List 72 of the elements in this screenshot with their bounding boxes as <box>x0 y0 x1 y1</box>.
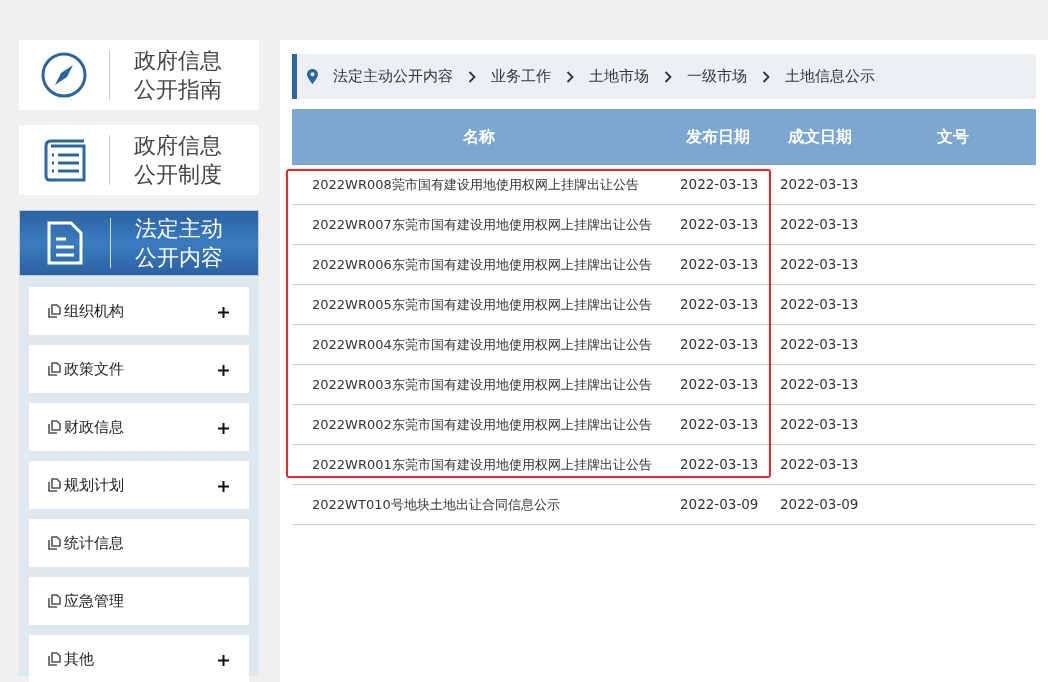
document-link[interactable]: 2022WT010号地块土地出让合同信息公示 <box>292 485 665 524</box>
table-cell-text: 2022-03-13 <box>679 295 760 315</box>
menu-label: 财政信息 <box>64 416 125 438</box>
guide-card[interactable]: 法定主动 公开内容 <box>19 210 259 276</box>
chevron-icon <box>566 70 574 83</box>
table-cell-text: 2022-03-13 <box>779 415 860 435</box>
table-cell-text: 2022-03-13 <box>779 295 860 315</box>
table-cell-text: 2022-03-13 <box>779 375 860 395</box>
copy-icon <box>48 420 61 434</box>
breadcrumb-link[interactable]: 土地市场 <box>589 65 649 88</box>
chevron-icon <box>762 70 770 83</box>
card-title-line: 法定主动 <box>135 215 223 243</box>
table-cell-text: 2022-03-13 <box>679 255 760 275</box>
breadcrumb-link[interactable]: 业务工作 <box>491 65 551 88</box>
table-cell-text: 2022-03-13 <box>779 175 860 195</box>
table-cell-text: 2022-03-13 <box>679 175 760 195</box>
document-link[interactable]: 2022WR002东莞市国有建设用地使用权网上挂牌出让公告 <box>292 405 665 444</box>
copy-icon <box>48 478 61 492</box>
menu-item[interactable]: 政策文件 <box>29 345 249 393</box>
menu-label: 应急管理 <box>64 590 125 612</box>
guide-card[interactable]: 政府信息 公开指南 <box>19 40 259 110</box>
copy-icon <box>48 536 61 550</box>
card-title-line: 政府信息 <box>134 47 222 75</box>
chevron-icon <box>468 70 476 83</box>
document-link[interactable]: 2022WR004东莞市国有建设用地使用权网上挂牌出让公告 <box>292 325 665 364</box>
column-header: 成文日期 <box>787 126 853 148</box>
menu-item[interactable]: 应急管理 <box>29 577 249 625</box>
menu-label: 统计信息 <box>64 532 125 554</box>
table-cell-text: 2022-03-13 <box>679 455 760 475</box>
copy-icon <box>48 652 61 666</box>
card-title-line: 公开指南 <box>134 76 222 104</box>
menu-label: 组织机构 <box>64 300 125 322</box>
document-link[interactable]: 2022WR005东莞市国有建设用地使用权网上挂牌出让公告 <box>292 285 665 324</box>
table-cell-text: 2022-03-09 <box>779 495 860 515</box>
menu-item[interactable]: 其他 <box>29 635 249 682</box>
table-cell-text: 2022-03-13 <box>679 335 760 355</box>
breadcrumb-link[interactable]: 土地信息公示 <box>785 65 875 88</box>
document-link[interactable]: 2022WR006东莞市国有建设用地使用权网上挂牌出让公告 <box>292 245 665 284</box>
menu-item[interactable]: 组织机构 <box>29 287 249 335</box>
document-link[interactable]: 2022WR008莞市国有建设用地使用权网上挂牌出让公告 <box>292 165 665 204</box>
breadcrumb-link[interactable]: 法定主动公开内容 <box>333 65 453 88</box>
table-cell-text: 2022-03-13 <box>779 215 860 235</box>
table-cell-text: 2022-03-13 <box>779 455 860 475</box>
guide-card[interactable]: 政府信息 公开制度 <box>19 125 259 195</box>
menu-label: 规划计划 <box>64 474 125 496</box>
copy-icon <box>48 362 61 376</box>
table-cell-text: 2022-03-13 <box>679 215 760 235</box>
menu-item[interactable]: 规划计划 <box>29 461 249 509</box>
chevron-icon <box>664 70 672 83</box>
card-title-line: 政府信息 <box>134 132 222 160</box>
menu-label: 其他 <box>64 648 95 670</box>
column-header: 名称 <box>461 126 496 148</box>
table-cell-text: 2022-03-09 <box>679 495 760 515</box>
card-title-line: 公开内容 <box>135 244 223 272</box>
document-link[interactable]: 2022WR007东莞市国有建设用地使用权网上挂牌出让公告 <box>292 205 665 244</box>
column-header: 发布日期 <box>684 126 751 148</box>
table-cell-text: 2022-03-13 <box>779 335 860 355</box>
copy-icon <box>48 304 61 318</box>
column-header: 文号 <box>936 126 970 148</box>
document-link[interactable]: 2022WR001东莞市国有建设用地使用权网上挂牌出让公告 <box>292 445 665 484</box>
table-cell-text: 2022-03-13 <box>679 415 760 435</box>
breadcrumb-link[interactable]: 一级市场 <box>687 65 747 88</box>
menu-item[interactable]: 财政信息 <box>29 403 249 451</box>
copy-icon <box>48 594 61 608</box>
location-pin-icon <box>307 69 318 84</box>
table-cell-text: 2022-03-13 <box>679 375 760 395</box>
document-link[interactable]: 2022WR003东莞市国有建设用地使用权网上挂牌出让公告 <box>292 365 665 404</box>
menu-label: 政策文件 <box>64 358 125 380</box>
table-cell-text: 2022-03-13 <box>779 255 860 275</box>
card-title-line: 公开制度 <box>134 161 222 189</box>
compass-icon <box>40 51 88 99</box>
menu-item[interactable]: 统计信息 <box>29 519 249 567</box>
